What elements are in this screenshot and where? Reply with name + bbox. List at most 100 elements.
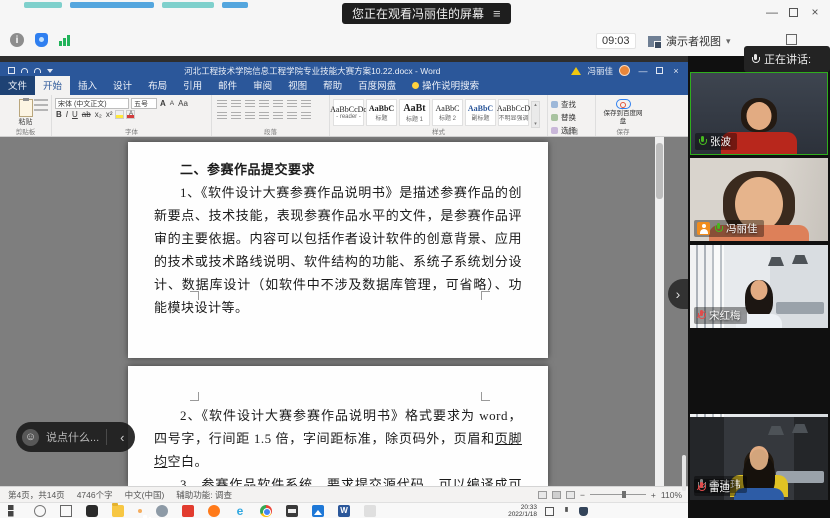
minimize-button[interactable]: — bbox=[761, 2, 783, 22]
web-layout-button[interactable] bbox=[566, 491, 575, 499]
grow-font-button[interactable]: A bbox=[159, 99, 167, 108]
banner-menu-icon[interactable]: ≡ bbox=[493, 7, 501, 20]
tab-insert[interactable]: 插入 bbox=[70, 76, 105, 95]
emoji-icon[interactable]: ☺ bbox=[22, 429, 39, 446]
dark-app-icon[interactable] bbox=[86, 505, 98, 517]
warning-icon[interactable] bbox=[571, 67, 581, 75]
font-color-button[interactable]: A bbox=[126, 110, 135, 119]
paragraph-row-1[interactable] bbox=[217, 100, 324, 109]
font-name-combobox[interactable]: 宋体 (中文正文) bbox=[55, 98, 129, 109]
redo-icon[interactable] bbox=[34, 68, 41, 73]
replace-button[interactable]: 替换 bbox=[551, 112, 592, 123]
paragraph-row-2[interactable] bbox=[217, 112, 324, 121]
task-view-icon[interactable] bbox=[60, 505, 72, 517]
close-button[interactable]: × bbox=[804, 2, 826, 22]
clipboard-small-buttons[interactable] bbox=[34, 99, 48, 111]
tab-view[interactable]: 视图 bbox=[280, 76, 315, 95]
superscript-button[interactable]: x² bbox=[105, 110, 114, 119]
word-app-icon[interactable]: W bbox=[338, 505, 350, 517]
tab-mailings[interactable]: 邮件 bbox=[210, 76, 245, 95]
security-tray-icon[interactable] bbox=[579, 507, 588, 516]
highlight-color-button[interactable] bbox=[115, 110, 124, 119]
tab-references[interactable]: 引用 bbox=[175, 76, 210, 95]
change-case-button[interactable]: Aa bbox=[177, 99, 189, 108]
tab-review[interactable]: 审阅 bbox=[245, 76, 280, 95]
word-count[interactable]: 4746个字 bbox=[77, 489, 113, 501]
style-normal[interactable]: AaBbCcDc - reader - bbox=[333, 99, 364, 126]
save-to-baidu-button[interactable]: 保存到百度网盘 bbox=[599, 99, 647, 127]
video-tile-zhangbo[interactable]: 张波 bbox=[690, 72, 828, 155]
cortana-search-icon[interactable] bbox=[34, 505, 46, 517]
accessibility-status[interactable]: 辅助功能: 调查 bbox=[176, 489, 232, 501]
photos-icon[interactable] bbox=[312, 505, 324, 517]
strikethrough-button[interactable]: ab bbox=[81, 110, 92, 119]
account-name[interactable]: 冯丽佳 bbox=[587, 65, 613, 77]
page-indicator[interactable]: 第4页，共14页 bbox=[8, 489, 65, 501]
sidebar-scrollbar-thumb[interactable] bbox=[682, 455, 686, 491]
language-indicator[interactable]: 中文(中国) bbox=[125, 489, 165, 501]
screenshot-tool-icon[interactable] bbox=[182, 505, 194, 517]
document-page-2[interactable]: 2、《软件设计大赛参赛作品说明书》格式要求为 word，四号字，行间距 1.5 … bbox=[128, 366, 548, 486]
video-tile-leidi[interactable]: 雷迪 bbox=[690, 417, 828, 500]
paste-icon[interactable] bbox=[19, 99, 33, 117]
chat-placeholder[interactable]: 说点什么... bbox=[46, 429, 99, 445]
avatar[interactable] bbox=[619, 65, 630, 76]
font-size-combobox[interactable]: 五号 bbox=[131, 98, 157, 109]
video-tile-fenglijia[interactable]: 冯丽佳 bbox=[690, 158, 828, 241]
start-button[interactable] bbox=[8, 505, 20, 517]
media-player-icon[interactable] bbox=[286, 505, 298, 517]
style-subtle-emphasis[interactable]: AaBbCcD 不明显强调 bbox=[498, 99, 529, 126]
tab-layout[interactable]: 布局 bbox=[140, 76, 175, 95]
file-explorer-icon[interactable] bbox=[112, 505, 124, 517]
zoom-out-button[interactable]: − bbox=[580, 490, 585, 500]
style-title[interactable]: AaBbC 标题 bbox=[366, 99, 397, 126]
read-mode-button[interactable] bbox=[538, 491, 547, 499]
shrink-font-button[interactable]: A bbox=[169, 100, 175, 107]
tab-help[interactable]: 帮助 bbox=[315, 76, 350, 95]
bold-button[interactable]: B bbox=[55, 110, 63, 119]
word-close-button[interactable]: × bbox=[669, 66, 683, 76]
tab-home[interactable]: 开始 bbox=[35, 76, 70, 95]
find-button[interactable]: 查找 bbox=[551, 99, 592, 110]
maximize-button[interactable] bbox=[789, 8, 798, 17]
pen-tool-icon[interactable] bbox=[364, 505, 376, 517]
style-subtitle[interactable]: AaBbC 副标题 bbox=[465, 99, 496, 126]
internet-explorer-icon[interactable]: e bbox=[234, 505, 246, 517]
italic-button[interactable]: I bbox=[65, 110, 69, 119]
subscript-button[interactable]: x₂ bbox=[94, 110, 103, 119]
security-shield-icon[interactable] bbox=[35, 33, 48, 47]
style-heading1[interactable]: AaBt 标题 1 bbox=[399, 99, 430, 126]
collapse-chat-icon[interactable]: ‹ bbox=[114, 430, 130, 445]
zoom-slider-thumb[interactable] bbox=[622, 491, 626, 498]
zoom-level[interactable]: 110% bbox=[661, 490, 682, 500]
meeting-app-active[interactable] bbox=[138, 509, 142, 513]
fullscreen-icon[interactable] bbox=[786, 34, 797, 45]
tab-file[interactable]: 文件 bbox=[0, 76, 35, 95]
video-tile-songhongmei[interactable]: 宋红梅 bbox=[690, 245, 828, 328]
tab-tell-me[interactable]: 操作说明搜索 bbox=[404, 76, 487, 95]
styles-gallery-scroll[interactable]: ▴▾ bbox=[531, 101, 540, 128]
zoom-slider[interactable] bbox=[590, 494, 646, 495]
zoom-in-button[interactable]: + bbox=[651, 490, 656, 500]
tab-design[interactable]: 设计 bbox=[105, 76, 140, 95]
save-icon[interactable] bbox=[8, 67, 15, 74]
word-maximize-button[interactable] bbox=[656, 67, 663, 74]
taskbar-clock[interactable]: 20:33 2022/1/18 bbox=[508, 504, 537, 518]
watching-banner[interactable]: 您正在观看冯丽佳的屏幕 ≡ bbox=[342, 3, 511, 24]
style-heading2[interactable]: AaBbC 标题 2 bbox=[432, 99, 463, 126]
word-minimize-button[interactable]: — bbox=[636, 66, 650, 76]
chat-input-pill[interactable]: ☺ 说点什么... ‹ bbox=[16, 422, 135, 452]
print-layout-button[interactable] bbox=[552, 491, 561, 499]
document-page-1[interactable]: 二、参赛作品提交要求 1、《软件设计大赛参赛作品说明书》是描述参赛作品的创新要点… bbox=[128, 142, 548, 358]
remote-tool-icon[interactable] bbox=[156, 505, 168, 517]
scrollbar-thumb[interactable] bbox=[656, 143, 663, 199]
underline-button[interactable]: U bbox=[71, 110, 79, 119]
cast-tray-icon[interactable] bbox=[545, 507, 554, 516]
info-icon[interactable]: i bbox=[10, 33, 24, 47]
mic-tray-icon[interactable] bbox=[562, 507, 571, 516]
tab-baidu-netdisk[interactable]: 百度网盘 bbox=[350, 76, 404, 95]
undo-icon[interactable] bbox=[21, 68, 28, 73]
orange-browser-icon[interactable] bbox=[208, 505, 220, 517]
chrome-icon[interactable] bbox=[260, 505, 272, 517]
view-mode-selector[interactable]: 演示者视图 ▾ bbox=[648, 33, 731, 49]
